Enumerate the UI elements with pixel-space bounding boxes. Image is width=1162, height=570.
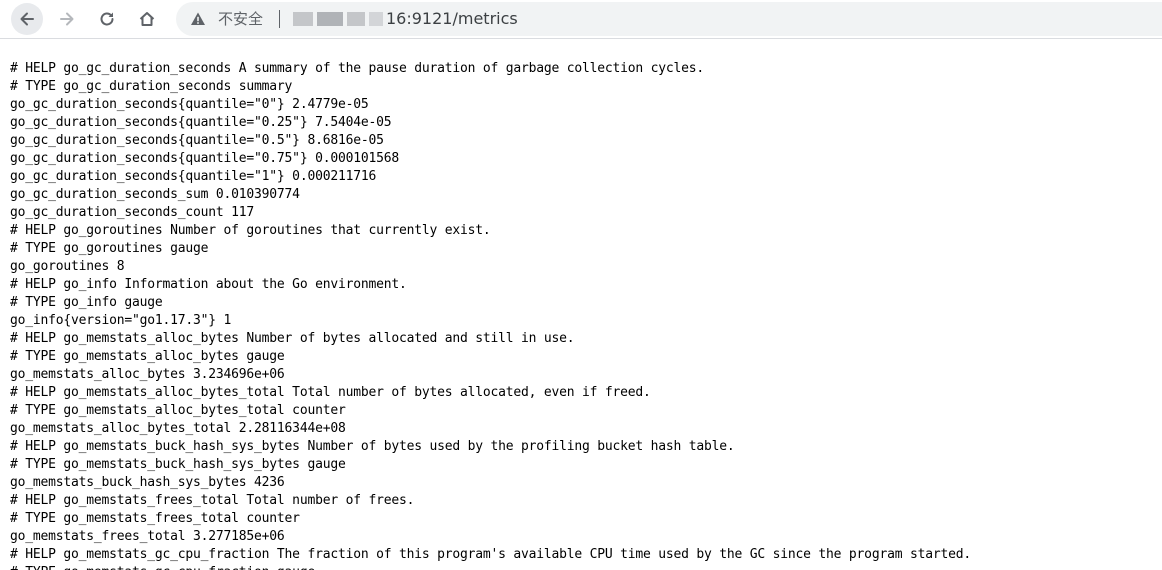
metrics-line: # HELP go_gc_duration_seconds A summary … — [10, 61, 705, 76]
arrow-right-icon — [60, 12, 74, 26]
url-text[interactable]: 16:9121/metrics — [386, 9, 518, 29]
metrics-line: go_memstats_alloc_bytes_total 2.28116344… — [10, 421, 346, 436]
forward-button[interactable] — [51, 3, 83, 35]
metrics-line: go_gc_duration_seconds{quantile="0.75"} … — [10, 151, 399, 166]
back-button[interactable] — [11, 3, 43, 35]
metrics-line: # HELP go_info Information about the Go … — [10, 277, 407, 292]
metrics-line: go_memstats_buck_hash_sys_bytes 4236 — [10, 475, 285, 490]
reload-icon — [100, 12, 114, 26]
metrics-line: # HELP go_goroutines Number of goroutine… — [10, 223, 491, 238]
metrics-line: # TYPE go_memstats_alloc_bytes_total cou… — [10, 403, 346, 418]
reload-button[interactable] — [91, 3, 123, 35]
address-bar[interactable]: 不安全 16:9121/metrics — [176, 2, 1162, 36]
metrics-line: # TYPE go_gc_duration_seconds summary — [10, 79, 293, 94]
metrics-line: go_gc_duration_seconds_sum 0.010390774 — [10, 187, 300, 202]
metrics-text: # HELP go_gc_duration_seconds A summary … — [10, 60, 971, 570]
metrics-line: go_goroutines 8 — [10, 259, 125, 274]
address-divider — [279, 10, 280, 28]
metrics-line: # HELP go_memstats_frees_total Total num… — [10, 493, 415, 508]
metrics-line: # HELP go_memstats_buck_hash_sys_bytes N… — [10, 439, 735, 454]
metrics-line: go_memstats_frees_total 3.277185e+06 — [10, 529, 285, 544]
home-icon — [139, 12, 155, 26]
warning-icon — [191, 12, 205, 25]
metrics-line: go_gc_duration_seconds{quantile="0"} 2.4… — [10, 97, 369, 112]
metrics-line: # HELP go_memstats_gc_cpu_fraction The f… — [10, 547, 971, 562]
metrics-line: # TYPE go_info gauge — [10, 295, 163, 310]
metrics-line: # TYPE go_memstats_buck_hash_sys_bytes g… — [10, 457, 346, 472]
browser-toolbar: 不安全 16:9121/metrics — [0, 0, 1162, 39]
page-content: # HELP go_gc_duration_seconds A summary … — [0, 39, 1162, 570]
metrics-line: go_memstats_alloc_bytes 3.234696e+06 — [10, 367, 285, 382]
metrics-line: # TYPE go_memstats_alloc_bytes gauge — [10, 349, 285, 364]
security-status-label[interactable]: 不安全 — [218, 9, 263, 29]
metrics-line: # HELP go_memstats_alloc_bytes_total Tot… — [10, 385, 651, 400]
metrics-line: # HELP go_memstats_alloc_bytes Number of… — [10, 331, 575, 346]
metrics-line: # TYPE go_goroutines gauge — [10, 241, 209, 256]
metrics-line: go_gc_duration_seconds{quantile="1"} 0.0… — [10, 169, 377, 184]
metrics-line: go_gc_duration_seconds{quantile="0.5"} 8… — [10, 133, 384, 148]
metrics-line: go_info{version="go1.17.3"} 1 — [10, 313, 232, 328]
redacted-host — [293, 12, 393, 26]
metrics-line: # TYPE go_memstats_gc_cpu_fraction gauge — [10, 564, 971, 570]
metrics-line: go_gc_duration_seconds_count 117 — [10, 205, 255, 220]
metrics-line: go_gc_duration_seconds{quantile="0.25"} … — [10, 115, 392, 130]
metrics-line: # TYPE go_memstats_frees_total counter — [10, 511, 300, 526]
home-button[interactable] — [131, 3, 163, 35]
arrow-left-icon — [20, 12, 34, 26]
